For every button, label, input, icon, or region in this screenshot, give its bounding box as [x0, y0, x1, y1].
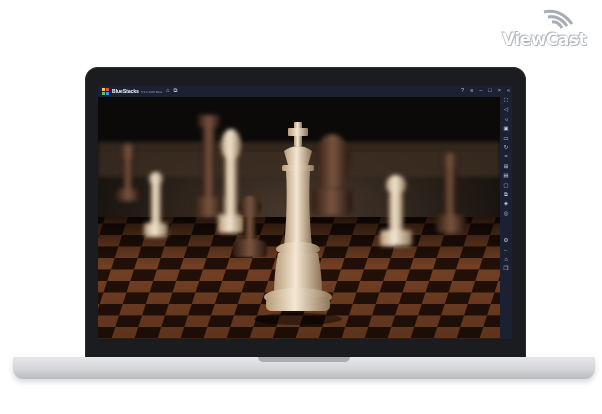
folder-icon[interactable]: ▢	[503, 182, 508, 191]
shake-icon[interactable]: ≈	[504, 153, 507, 162]
viewcast-watermark: ViewCast	[498, 6, 598, 50]
volume-up-icon[interactable]: ◁	[504, 106, 508, 115]
volume-down-icon[interactable]: ◃	[505, 116, 508, 125]
signal-waves-icon	[543, 9, 574, 29]
close-icon[interactable]: ×	[498, 86, 501, 97]
copy-icon[interactable]: ⧉	[504, 191, 508, 200]
layers-icon[interactable]: ◈	[504, 200, 508, 209]
maximize-icon[interactable]: □	[488, 86, 491, 97]
rotate-icon[interactable]: ↻	[504, 144, 509, 153]
fullscreen-icon[interactable]: ⛶	[504, 97, 508, 106]
bluestacks-window: BlueStacks 5.9.0.1005 Beta ⌂ ⧉ ? ≡ – □ ×…	[98, 86, 512, 339]
chess-scene-image	[98, 97, 500, 339]
media-icon[interactable]: ▣	[503, 125, 508, 134]
apk-icon[interactable]: ▤	[503, 172, 508, 181]
multi-instance-icon[interactable]: ⧉	[173, 86, 177, 97]
right-sidebar: ⛶ ◁ ◃ ▣ ▭ ↻ ≈ ⊞ ▤ ▢ ⧉ ◈ ◎ ⚙ ← ⌂ ❐	[500, 97, 512, 339]
recent-apps-icon[interactable]: ❐	[504, 265, 509, 274]
home-icon[interactable]: ⌂	[166, 86, 169, 97]
help-icon[interactable]: ?	[461, 86, 464, 97]
title-bar: BlueStacks 5.9.0.1005 Beta ⌂ ⧉ ? ≡ – □ ×…	[98, 86, 512, 97]
menu-icon[interactable]: ≡	[470, 86, 473, 97]
watermark-text: ViewCast	[502, 30, 587, 50]
gamepad-icon[interactable]: ⊞	[504, 163, 509, 172]
settings-icon[interactable]: ⚙	[504, 237, 509, 246]
screenshot-icon[interactable]: ▭	[503, 135, 508, 144]
bluestacks-logo-icon	[102, 88, 109, 95]
app-version: 5.9.0.1005 Beta	[140, 89, 163, 94]
back-icon[interactable]: ←	[503, 246, 509, 255]
laptop-notch	[258, 357, 350, 362]
macro-icon[interactable]: ◎	[504, 210, 509, 219]
app-name: BlueStacks	[112, 88, 139, 95]
collapse-sidebar-icon[interactable]: «	[507, 86, 510, 97]
game-screen[interactable]	[98, 97, 500, 339]
minimize-icon[interactable]: –	[479, 86, 482, 97]
android-home-icon[interactable]: ⌂	[504, 256, 507, 265]
